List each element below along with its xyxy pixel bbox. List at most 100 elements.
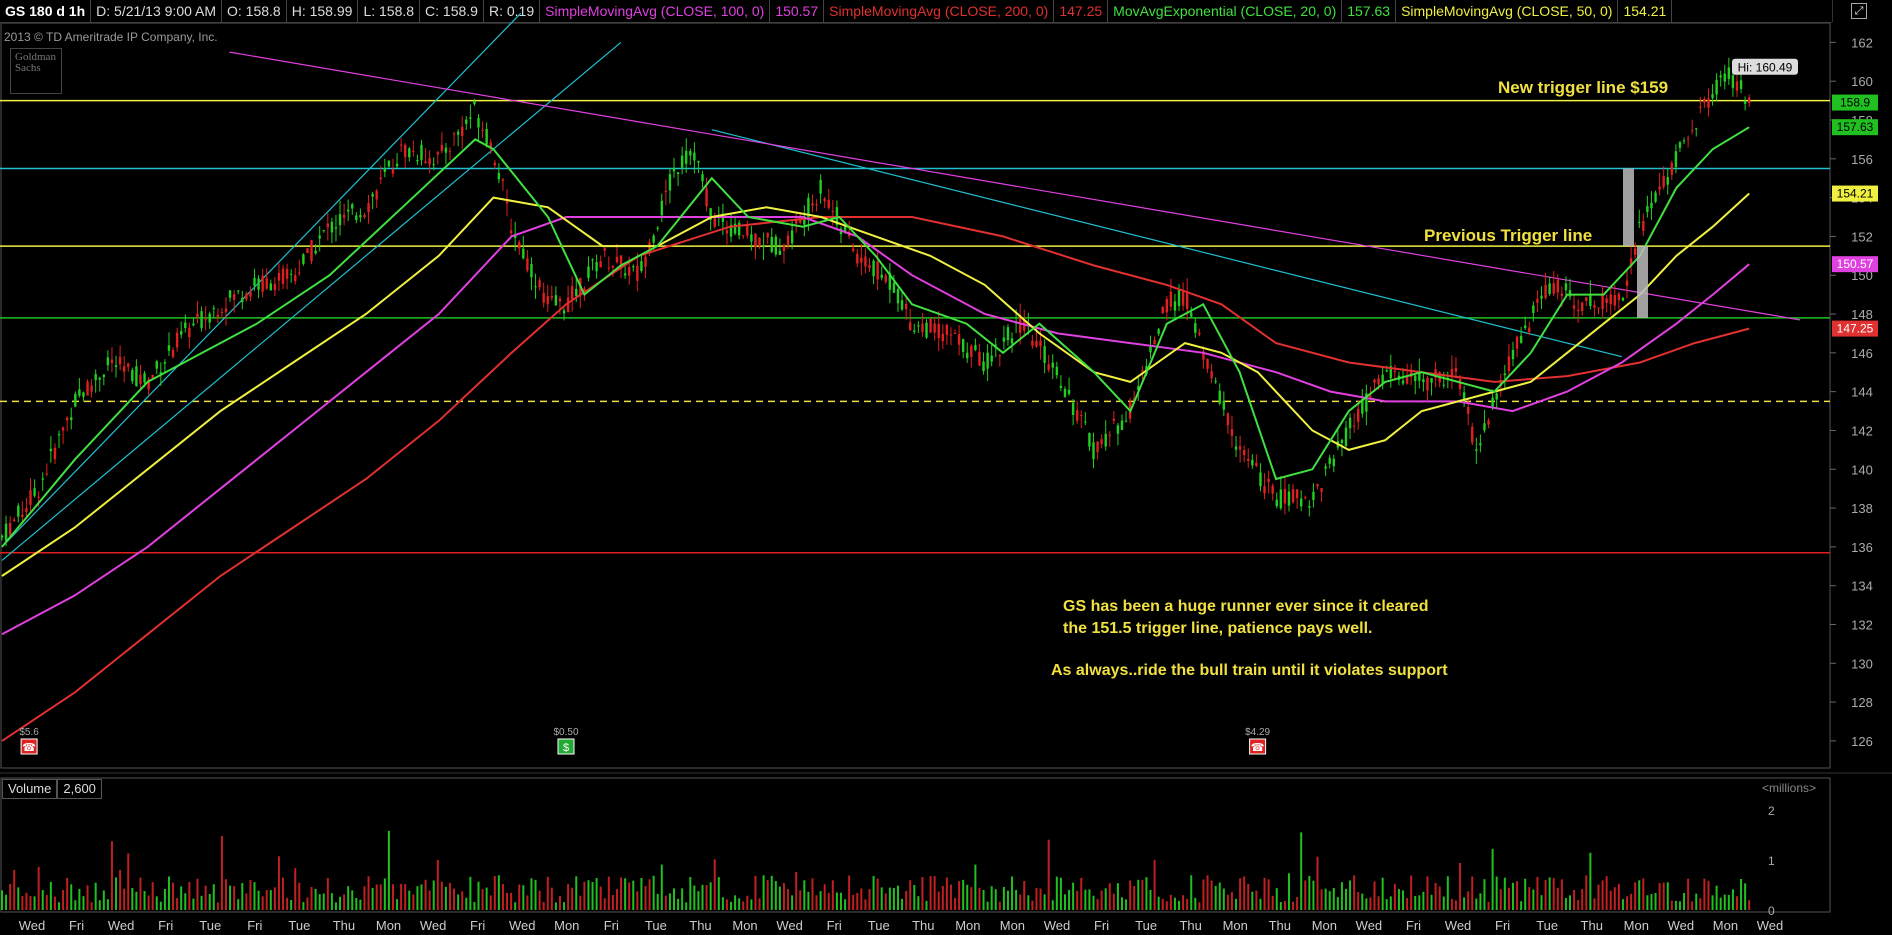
candle-body: [1389, 366, 1392, 379]
maximize-icon[interactable]: ⤢: [1851, 3, 1867, 19]
candle-body: [257, 278, 260, 290]
candle-body: [1739, 80, 1743, 89]
chart-header-bar: GS 180 d 1h D: 5/21/13 9:00 AM O: 158.8 H: …: [0, 0, 1832, 23]
candle-body: [432, 164, 435, 166]
header-cell-0: GS 180 d 1h: [0, 0, 92, 22]
candle-body: [945, 325, 949, 335]
candle-body: [1719, 75, 1722, 78]
candle-body: [794, 220, 798, 224]
annotation-note-line2: the 151.5 trigger line, patience pays we…: [1063, 620, 1373, 637]
candle-body: [1674, 151, 1678, 167]
y-tick-label-14: 134: [1851, 579, 1873, 594]
candle-body: [884, 275, 887, 282]
candle-body: [1365, 393, 1368, 412]
candle-body: [428, 158, 431, 165]
price-chart[interactable]: 162 160 158 156 154 152 150 148 146 144 142 140 138 1…: [0, 0, 1892, 935]
highlight-box-upper: [1623, 168, 1634, 247]
candle-body: [37, 496, 40, 498]
x-label-33: Fri: [1495, 918, 1510, 933]
candle-body: [114, 365, 118, 367]
candle-body: [265, 278, 268, 289]
candle-body: [644, 256, 647, 267]
candle-body: [717, 215, 720, 219]
header-cell-14: 154.21: [1618, 0, 1673, 22]
header-cell-2: O: 158.8: [222, 0, 287, 22]
candle-body: [241, 297, 244, 303]
candle-body: [1515, 336, 1519, 349]
price-tag-label-4: 147.25: [1837, 322, 1874, 336]
header-cell-11[interactable]: MovAvgExponential (CLOSE, 20, 0): [1108, 0, 1343, 22]
y-tick-label-2: 158: [1851, 113, 1873, 128]
candle-body: [1035, 340, 1038, 347]
y-tick-label-17: 128: [1851, 695, 1873, 710]
window-button[interactable]: ⤢: [1832, 0, 1892, 22]
candle-body: [1218, 390, 1221, 404]
header-cell-9[interactable]: SimpleMovingAvg (CLOSE, 200, 0): [824, 0, 1055, 22]
candle-body: [1084, 421, 1087, 423]
candle-body: [1124, 420, 1128, 422]
candle-body: [17, 505, 20, 517]
header-cell-7[interactable]: SimpleMovingAvg (CLOSE, 100, 0): [540, 0, 771, 22]
candle-body: [1149, 345, 1152, 353]
candle-body: [399, 144, 403, 146]
candle-body: [1369, 395, 1372, 398]
candle-body: [281, 268, 285, 284]
price-tag-box-3: [1832, 256, 1878, 273]
candle-body: [1177, 289, 1181, 306]
earnings-icon: [20, 738, 38, 755]
candle-body: [261, 275, 264, 292]
candle-body: [558, 298, 562, 302]
candle-body: [746, 225, 749, 236]
x-label-23: Wed: [1044, 918, 1071, 933]
candle-body: [888, 272, 892, 290]
candle-body: [1642, 220, 1645, 232]
candle-body: [1638, 221, 1641, 223]
candle-body: [986, 352, 989, 369]
candle-body: [110, 359, 114, 363]
candle-body: [1014, 321, 1018, 324]
candle-body: [200, 311, 203, 329]
x-label-0: Wed: [19, 918, 46, 933]
candle-body: [623, 273, 627, 276]
candle-body: [1564, 283, 1568, 291]
candle-body: [648, 242, 651, 254]
y-tick-label-6: 150: [1851, 268, 1873, 283]
x-label-26: Thu: [1179, 918, 1201, 933]
candle-body: [652, 235, 655, 243]
candle-body: [70, 417, 73, 421]
candle-body: [1006, 327, 1010, 341]
x-label-19: Tue: [868, 918, 890, 933]
candle-body: [1080, 414, 1083, 416]
candle-body: [1116, 425, 1120, 434]
x-label-8: Mon: [376, 918, 401, 933]
candle-body: [1503, 373, 1507, 376]
candle-body: [1312, 491, 1315, 500]
candle-body: [933, 323, 936, 333]
candle-body: [208, 313, 211, 323]
candle-body: [1593, 305, 1596, 308]
trend-line-cyan-lower: [1, 41, 622, 561]
candle-body: [672, 168, 676, 172]
x-label-2: Wed: [108, 918, 135, 933]
candle-body: [1340, 440, 1344, 444]
x-label-7: Thu: [333, 918, 355, 933]
candle-body: [1731, 75, 1735, 89]
header-cell-13[interactable]: SimpleMovingAvg (CLOSE, 50, 0): [1396, 0, 1619, 22]
candle-body: [1300, 498, 1303, 507]
candle-body: [632, 266, 635, 268]
candle-body: [1247, 458, 1250, 461]
candle-body: [253, 277, 256, 286]
volume-panel-frame: [0, 777, 1831, 913]
candle-body: [1161, 306, 1164, 314]
candle-body: [774, 236, 778, 255]
candle-body: [1499, 380, 1502, 386]
candle-body: [856, 253, 859, 264]
candle-body: [147, 379, 150, 390]
candle-body: [689, 151, 692, 156]
candle-body: [872, 260, 875, 277]
x-label-32: Wed: [1445, 918, 1472, 933]
x-label-38: Mon: [1713, 918, 1738, 933]
candle-body: [1401, 380, 1405, 384]
candle-body: [481, 129, 484, 131]
candle-body: [530, 264, 533, 278]
